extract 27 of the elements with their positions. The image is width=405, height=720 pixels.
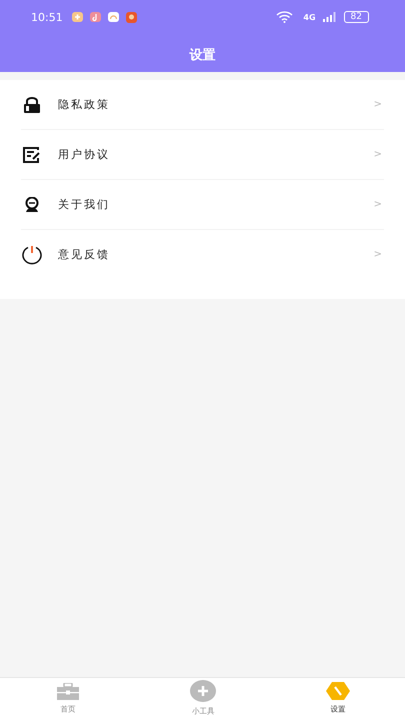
menu-label: 用户协议: [58, 147, 111, 162]
chevron: >: [374, 199, 382, 210]
signal-icon: [322, 12, 337, 22]
notification-icon: [72, 12, 83, 22]
menu-label: 关于我们: [58, 197, 111, 212]
status-time: 10:51: [31, 10, 63, 24]
wifi-icon: [276, 11, 294, 23]
chevron: >: [374, 99, 382, 110]
notification-icon: [90, 12, 101, 22]
menu-item[interactable]: 关于我们 >: [21, 180, 384, 230]
notification-icon: [108, 12, 119, 22]
menu-item[interactable]: 意见反馈 >: [21, 230, 384, 279]
hexagon-icon: [326, 682, 350, 700]
battery-level: 82: [344, 11, 369, 23]
notification-icon: [126, 12, 137, 22]
page-title: 设置: [188, 47, 216, 64]
power-icon: [21, 244, 43, 264]
toolbox-icon: [56, 682, 78, 700]
menu-item[interactable]: 隐私政策 >: [21, 80, 384, 130]
chevron: >: [374, 149, 382, 160]
menu-item[interactable]: 用户协议 >: [21, 130, 384, 180]
plus-icon: [190, 680, 216, 702]
menu-label: 隐私政策: [58, 97, 111, 112]
menu-label: 意见反馈: [58, 247, 111, 262]
lock-icon: [21, 96, 43, 112]
chevron: >: [374, 249, 382, 260]
network-type: 4G: [303, 12, 316, 22]
